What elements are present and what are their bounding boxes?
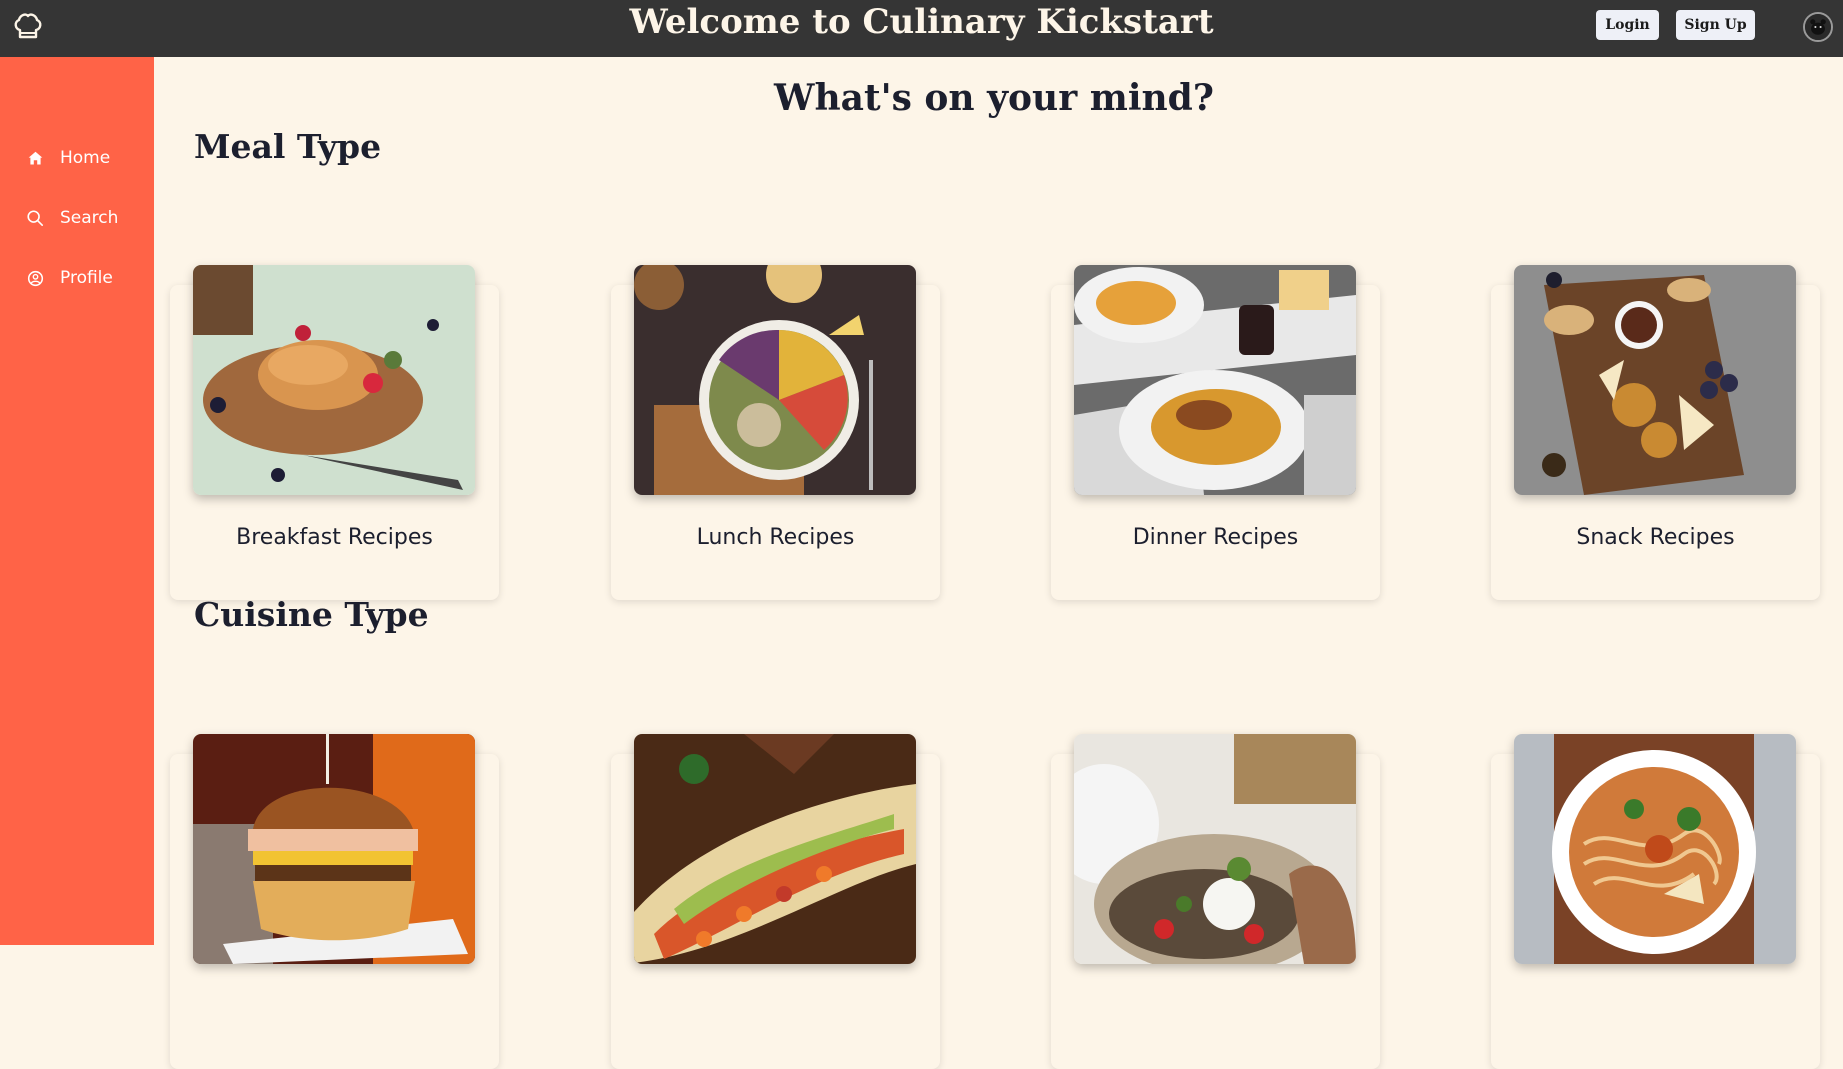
snack-image [1514,265,1796,495]
sidebar-item-profile[interactable]: Profile [0,258,154,298]
sidebar-item-label: Home [60,148,111,168]
top-bar: Welcome to Culinary Kickstart Login Sign… [0,0,1843,57]
card-label: Breakfast Recipes [236,525,433,550]
lunch-image [634,265,916,495]
search-icon [25,208,45,228]
cuisine-card-burrata[interactable] [1051,734,1380,1069]
cuisine-card-tacos[interactable] [611,734,940,1069]
sidebar-item-home[interactable]: Home [0,138,154,178]
sidebar: Home Search Profile [0,57,154,945]
login-button[interactable]: Login [1596,10,1659,40]
page-prompt: What's on your mind? [774,77,1214,119]
cuisine-card-pho[interactable] [1491,734,1820,1069]
sidebar-item-label: Search [60,208,119,228]
burrata-image [1074,734,1356,964]
card-label: Lunch Recipes [696,525,855,550]
tacos-image [634,734,916,964]
card-label: Snack Recipes [1576,525,1735,550]
breakfast-image [193,265,475,495]
meal-type-heading: Meal Type [194,127,382,166]
home-icon [25,148,45,168]
dinner-card[interactable]: Dinner Recipes [1051,265,1380,600]
main-content: What's on your mind? Meal Type Breakfast… [154,57,1843,1069]
lunch-card[interactable]: Lunch Recipes [611,265,940,600]
app-title: Welcome to Culinary Kickstart [629,2,1214,42]
user-avatar[interactable] [1803,12,1833,42]
dinner-image [1074,265,1356,495]
snack-card[interactable]: Snack Recipes [1491,265,1820,600]
sign-up-button[interactable]: Sign Up [1676,10,1755,40]
cuisine-type-heading: Cuisine Type [194,595,429,634]
profile-icon [25,268,45,288]
cuisine-card-burger[interactable] [170,734,499,1069]
pho-image [1514,734,1796,964]
sidebar-item-search[interactable]: Search [0,198,154,238]
chef-hat-icon[interactable] [12,10,44,42]
breakfast-card[interactable]: Breakfast Recipes [170,265,499,600]
card-label: Dinner Recipes [1132,525,1299,550]
scrollbar[interactable] [1837,57,1843,945]
burger-image [193,734,475,964]
sidebar-item-label: Profile [60,268,113,288]
